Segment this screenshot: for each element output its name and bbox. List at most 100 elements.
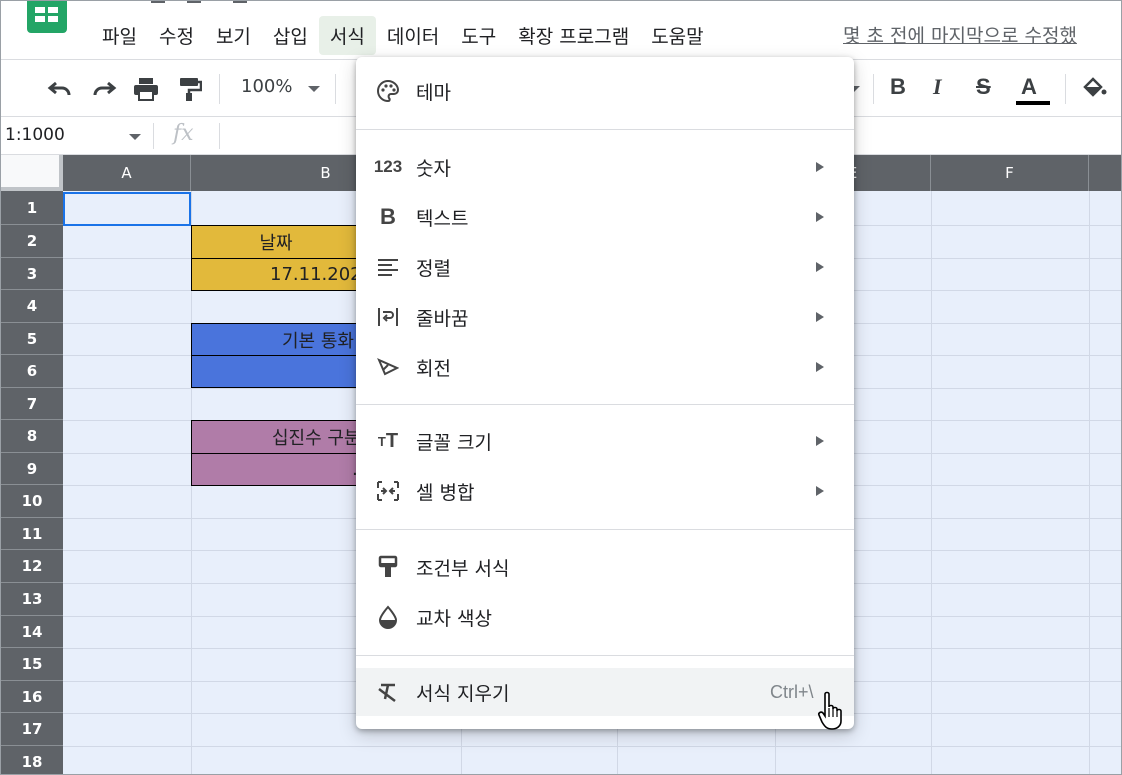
grid-vline	[1089, 191, 1090, 774]
menu-divider	[356, 129, 854, 130]
row-header-12[interactable]: 12	[1, 550, 63, 583]
toolbar-divider	[1065, 74, 1066, 104]
italic-icon[interactable]: I	[933, 74, 942, 100]
bold-icon[interactable]: B	[890, 74, 906, 100]
menu-format[interactable]: 서식	[318, 15, 376, 55]
menu-label-wrap: 줄바꿈	[416, 307, 469, 330]
menu-extensions[interactable]: 확장 프로그램	[507, 16, 640, 55]
row-header-5[interactable]: 5	[1, 323, 63, 355]
menu-item-theme[interactable]: 테마	[356, 67, 854, 115]
menu-item-merge[interactable]: 셀 병합	[356, 467, 854, 515]
submenu-arrow-icon	[816, 312, 824, 322]
submenu-arrow-icon	[816, 436, 824, 446]
menu-label-theme: 테마	[416, 81, 451, 104]
menu-label-number: 숫자	[416, 157, 451, 180]
toolbar-divider	[219, 74, 220, 104]
menu-label-align: 정렬	[416, 257, 451, 280]
menu-view[interactable]: 보기	[205, 16, 262, 55]
align-left-icon	[374, 253, 402, 281]
undo-icon[interactable]	[43, 72, 77, 106]
menu-label-merge: 셀 병합	[416, 481, 475, 504]
text-color-icon[interactable]: A	[1021, 74, 1037, 100]
fx-icon: fx	[173, 121, 194, 146]
menu-data[interactable]: 데이터	[376, 16, 450, 55]
format-menu: 테마 123 숫자 B 텍스트 정렬 줄바꿈 회전 T T 글꼴 크기 셀 병합…	[356, 57, 854, 729]
menu-item-number[interactable]: 123 숫자	[356, 143, 854, 191]
column-header-f[interactable]: F	[931, 155, 1089, 191]
bold-text-icon: B	[380, 204, 396, 229]
row-header-4[interactable]: 4	[1, 290, 63, 323]
submenu-arrow-icon	[816, 212, 824, 222]
menu-item-clear-format[interactable]: 서식 지우기 Ctrl+\	[356, 668, 854, 716]
last-edit-link[interactable]: 몇 초 전에 마지막으로 수정했	[843, 21, 1077, 48]
row-header-7[interactable]: 7	[1, 388, 63, 420]
row-header-3[interactable]: 3	[1, 258, 63, 290]
text-wrap-icon	[374, 303, 402, 331]
app-window: 파일 수정 보기 삽입 서식 데이터 도구 확장 프로그램 도움말 몇 초 전에…	[0, 0, 1122, 775]
strikethrough-icon[interactable]: S	[976, 74, 991, 100]
row-header-6[interactable]: 6	[1, 355, 63, 388]
row-header-8[interactable]: 8	[1, 420, 63, 453]
fill-color-icon[interactable]	[1077, 72, 1111, 106]
menu-insert[interactable]: 삽입	[262, 16, 319, 55]
menu-item-text[interactable]: B 텍스트	[356, 193, 854, 241]
alternating-colors-icon	[374, 603, 402, 631]
select-all-corner[interactable]	[1, 155, 63, 191]
menu-item-rotate[interactable]: 회전	[356, 343, 854, 391]
row-header-2[interactable]: 2	[1, 225, 63, 258]
doc-title-fragment	[187, 1, 201, 3]
zoom-select[interactable]: 100%	[241, 76, 292, 97]
paint-format-icon[interactable]	[173, 72, 207, 106]
zoom-chevron-down-icon[interactable]	[308, 86, 320, 92]
print-icon[interactable]	[129, 72, 163, 106]
row-header-13[interactable]: 13	[1, 583, 63, 616]
menu-help[interactable]: 도움말	[640, 16, 714, 55]
merge-cells-icon	[374, 477, 402, 505]
row-header-15[interactable]: 15	[1, 648, 63, 681]
menu-label-conditional-format: 조건부 서식	[416, 557, 510, 580]
redo-icon[interactable]	[87, 72, 121, 106]
row-header-10[interactable]: 10	[1, 485, 63, 518]
row-header-11[interactable]: 11	[1, 518, 63, 550]
number-format-icon: 123	[373, 157, 403, 176]
name-box-chevron-down-icon[interactable]	[129, 134, 141, 140]
menu-edit[interactable]: 수정	[148, 16, 205, 55]
submenu-arrow-icon	[816, 362, 824, 372]
row-header-18[interactable]: 18	[1, 746, 63, 774]
row-header-17[interactable]: 17	[1, 713, 63, 746]
row-header-16[interactable]: 16	[1, 681, 63, 713]
submenu-arrow-icon	[816, 486, 824, 496]
font-size-icon: TT	[377, 429, 399, 452]
row-header-14[interactable]: 14	[1, 616, 63, 648]
grid-hline	[63, 746, 1121, 747]
submenu-arrow-icon	[816, 162, 824, 172]
menu-item-conditional-format[interactable]: 조건부 서식	[356, 543, 854, 591]
toolbar-divider	[335, 74, 336, 104]
conditional-format-icon	[374, 553, 402, 581]
toolbar-divider	[873, 74, 874, 104]
menu-item-align[interactable]: 정렬	[356, 243, 854, 291]
menu-divider	[356, 404, 854, 405]
menu-item-wrap[interactable]: 줄바꿈	[356, 293, 854, 341]
doc-title-fragment	[233, 1, 247, 3]
text-color-swatch	[1016, 101, 1050, 105]
grid-vline	[931, 191, 932, 774]
text-rotation-icon	[374, 353, 402, 381]
column-header-a[interactable]: A	[63, 155, 191, 191]
menu-item-alternating-colors[interactable]: 교차 색상	[356, 593, 854, 641]
row-header-9[interactable]: 9	[1, 453, 63, 485]
formula-divider	[153, 123, 154, 149]
active-cell-a1[interactable]	[63, 192, 191, 226]
menu-tools[interactable]: 도구	[450, 16, 507, 55]
name-box[interactable]: 1:1000	[5, 125, 65, 145]
menu-file[interactable]: 파일	[91, 16, 148, 55]
menu-item-font-size[interactable]: TT 글꼴 크기	[356, 417, 854, 465]
column-header-g[interactable]	[1089, 155, 1121, 191]
sheets-logo-icon[interactable]	[27, 1, 67, 33]
menu-label-text: 텍스트	[416, 207, 469, 230]
row-header-1[interactable]: 1	[1, 191, 63, 225]
doc-title-fragment	[151, 1, 165, 3]
formula-divider	[219, 123, 220, 149]
submenu-arrow-icon	[816, 262, 824, 272]
menu-divider	[356, 655, 854, 656]
